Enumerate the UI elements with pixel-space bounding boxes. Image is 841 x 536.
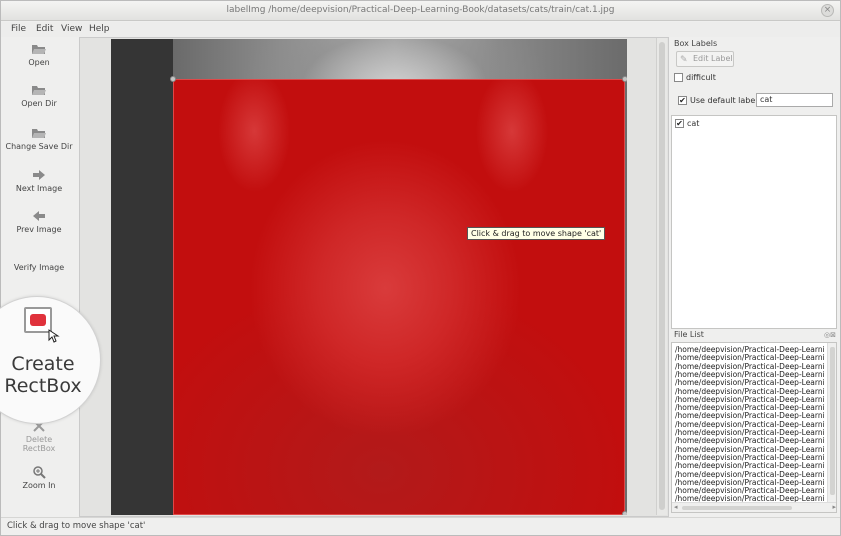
open-button[interactable]: Open (1, 42, 77, 67)
scrollbar-thumb[interactable] (830, 347, 835, 495)
verify-image-button[interactable]: Verify Image (1, 263, 77, 272)
use-default-label-checkbox[interactable]: ✔ (678, 96, 687, 105)
file-list-vertical-scrollbar[interactable] (827, 343, 836, 503)
menu-view[interactable]: View (61, 24, 82, 34)
open-dir-label: Open Dir (21, 99, 57, 108)
label-list[interactable]: ✔ cat (671, 115, 837, 329)
close-icon[interactable]: × (821, 4, 834, 17)
next-image-button[interactable]: Next Image (1, 168, 77, 193)
prev-image-button[interactable]: Prev Image (1, 209, 77, 234)
box-corner-handle[interactable] (622, 76, 627, 82)
edit-label-text: Edit Label (693, 54, 733, 63)
pencil-icon: ✎ (680, 55, 688, 65)
next-image-label: Next Image (15, 184, 63, 193)
box-corner-handle[interactable] (622, 511, 627, 515)
scroll-right-icon[interactable]: ▸ (832, 503, 836, 511)
file-list[interactable]: /home/deepvision/Practical-Deep-Learning… (671, 342, 837, 513)
canvas-vertical-scrollbar[interactable] (656, 38, 667, 515)
bounding-box-cat[interactable] (173, 79, 625, 515)
title-bar: labelImg /home/deepvision/Practical-Deep… (1, 1, 840, 21)
menu-edit[interactable]: Edit (36, 24, 53, 34)
zoom-in-button[interactable]: Zoom In (1, 465, 77, 490)
change-save-dir-label: Change Save Dir (5, 142, 73, 151)
menu-help[interactable]: Help (89, 24, 110, 34)
open-dir-button[interactable]: Open Dir (1, 83, 77, 108)
change-save-dir-button[interactable]: Change Save Dir (1, 126, 77, 151)
zoom-in-label: Zoom In (22, 481, 56, 490)
arrow-right-icon (33, 170, 45, 180)
move-shape-tooltip: Click & drag to move shape 'cat' (467, 227, 606, 240)
labelimg-window: labelImg /home/deepvision/Practical-Deep… (0, 0, 841, 536)
window-title: labelImg /home/deepvision/Practical-Deep… (226, 5, 615, 15)
dock-float-close-icon[interactable]: ◎⊠ (824, 331, 836, 339)
status-bar: Click & drag to move shape 'cat' (1, 517, 840, 535)
verify-image-label: Verify Image (13, 263, 65, 272)
label-item-cat[interactable]: cat (687, 119, 699, 128)
magnifier-icon (33, 466, 46, 479)
menu-bar: File Edit View Help (1, 22, 840, 37)
delete-rectbox-button[interactable]: Delete RectBox (1, 419, 77, 453)
file-list-horizontal-scrollbar[interactable]: ◂ ▸ (672, 502, 836, 512)
folder-open-icon (32, 86, 46, 95)
menu-file[interactable]: File (11, 24, 26, 34)
box-corner-handle[interactable] (170, 76, 176, 82)
image-background (111, 39, 173, 515)
box-labels-title: Box Labels (674, 39, 718, 48)
scrollbar-thumb[interactable] (659, 42, 665, 510)
delete-rectbox-label-2: RectBox (22, 444, 56, 453)
right-dock: Box Labels ✎ Edit Label difficult ✔ Use … (670, 37, 840, 517)
open-label: Open (28, 58, 50, 67)
create-rectbox-label-1: Create (11, 353, 75, 375)
status-text: Click & drag to move shape 'cat' (7, 521, 146, 531)
image-canvas[interactable] (111, 39, 627, 515)
folder-open-icon (32, 45, 46, 54)
default-label-input[interactable]: cat (756, 93, 833, 107)
folder-icon (32, 129, 46, 138)
difficult-label: difficult (686, 73, 716, 82)
cursor-icon (48, 329, 60, 343)
create-rectbox-label-2: RectBox (4, 375, 82, 397)
scrollbar-thumb[interactable] (682, 506, 792, 510)
use-default-label-text: Use default label (690, 96, 758, 105)
edit-label-button[interactable]: ✎ Edit Label (676, 51, 734, 67)
label-item-checkbox[interactable]: ✔ (675, 119, 684, 128)
file-list-title: File List (674, 330, 704, 339)
arrow-left-icon (33, 211, 45, 221)
delete-rectbox-label-1: Delete (25, 435, 53, 444)
scroll-left-icon[interactable]: ◂ (674, 503, 678, 511)
difficult-checkbox[interactable] (674, 73, 683, 82)
prev-image-label: Prev Image (16, 225, 62, 234)
left-toolbar: Open Open Dir Change Save Dir Next Image… (1, 37, 77, 517)
